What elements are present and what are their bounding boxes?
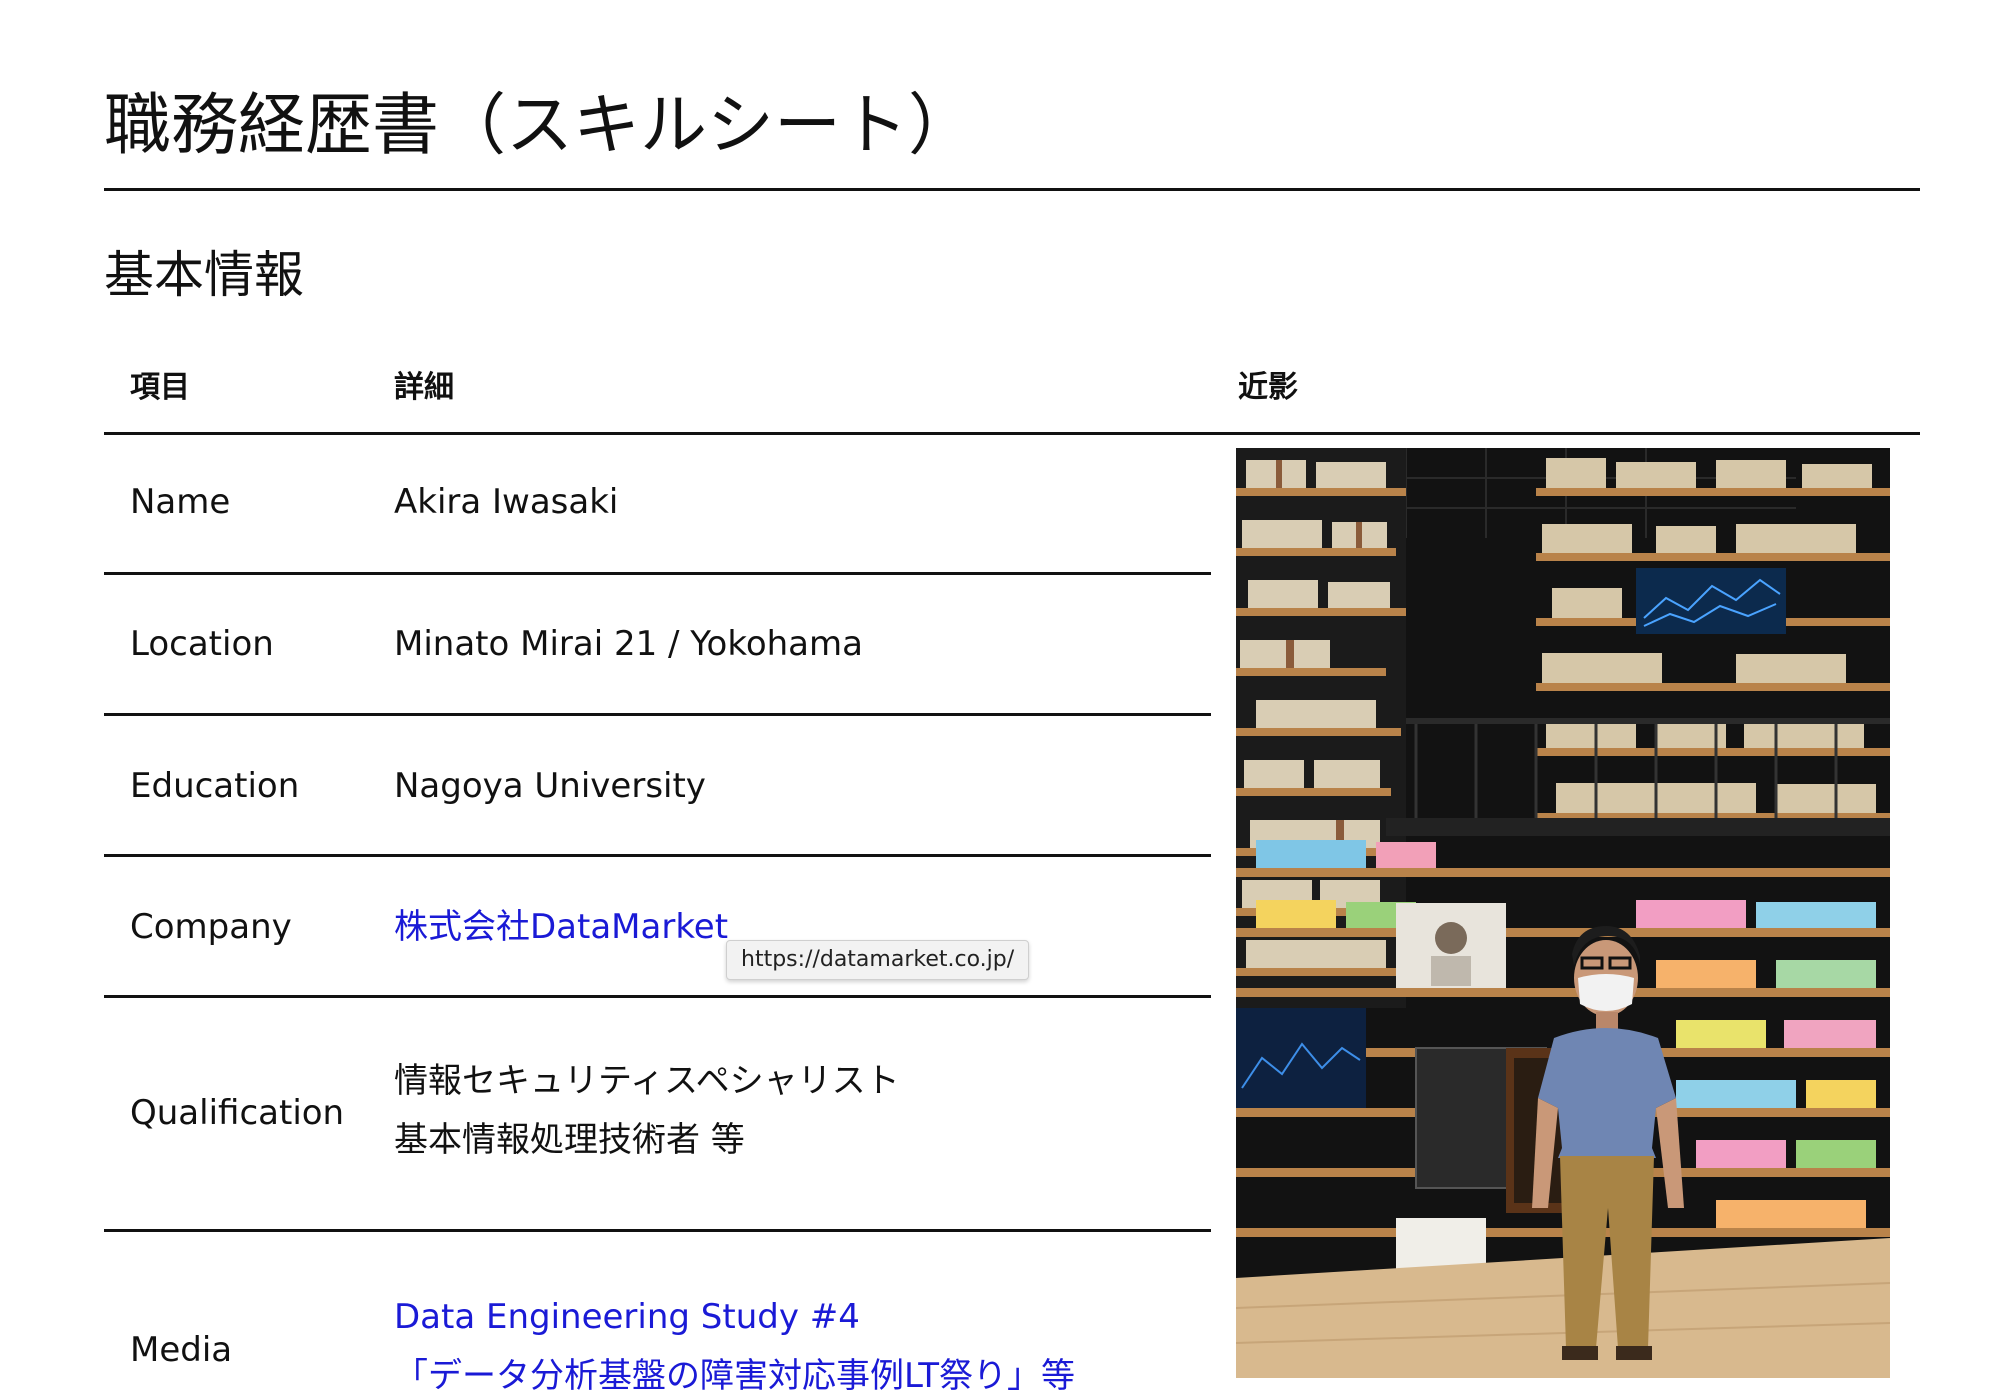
title-divider [104, 188, 1920, 191]
skill-sheet-page: 職務経歴書（スキルシート） 基本情報 項目 詳細 近影 Name Akira I… [0, 0, 1990, 1398]
row-label-location: Location [130, 624, 274, 664]
row-label-qualification: Qualification [130, 1093, 345, 1133]
row-divider [104, 854, 1211, 857]
column-header-photo: 近影 [1238, 370, 1298, 405]
media-link-title[interactable]: Data Engineering Study #4 [394, 1288, 1075, 1347]
row-divider [104, 572, 1211, 575]
row-value-education: Nagoya University [394, 766, 706, 806]
portrait-photo-illustration [1236, 448, 1890, 1378]
row-divider [104, 713, 1211, 716]
section-title-basic-info: 基本情報 [104, 246, 304, 304]
column-header-detail: 詳細 [394, 370, 454, 405]
row-value-qualification: 情報セキュリティスペシャリスト 基本情報処理技術者 等 [394, 1052, 900, 1170]
media-link-subtitle[interactable]: 「データ分析基盤の障害対応事例LT祭り」等 [394, 1347, 1075, 1398]
company-link[interactable]: 株式会社DataMarket [394, 907, 728, 947]
portrait-photo [1236, 448, 1890, 1378]
row-label-media: Media [130, 1330, 233, 1370]
row-label-education: Education [130, 766, 300, 806]
row-value-media: Data Engineering Study #4 「データ分析基盤の障害対応事… [394, 1288, 1075, 1398]
row-label-name: Name [130, 482, 231, 522]
qualification-line: 情報セキュリティスペシャリスト [394, 1061, 900, 1101]
row-divider [104, 1229, 1211, 1232]
qualification-line: 基本情報処理技術者 等 [394, 1120, 745, 1160]
table-header-divider [104, 432, 1920, 435]
link-url-tooltip: https://datamarket.co.jp/ [726, 940, 1030, 980]
row-divider [104, 995, 1211, 998]
row-label-company: Company [130, 907, 292, 947]
row-value-location: Minato Mirai 21 / Yokohama [394, 624, 863, 664]
row-value-company: 株式会社DataMarket [394, 903, 728, 951]
column-header-item: 項目 [130, 370, 190, 405]
row-value-name: Akira Iwasaki [394, 482, 619, 522]
page-title: 職務経歴書（スキルシート） [104, 86, 975, 164]
